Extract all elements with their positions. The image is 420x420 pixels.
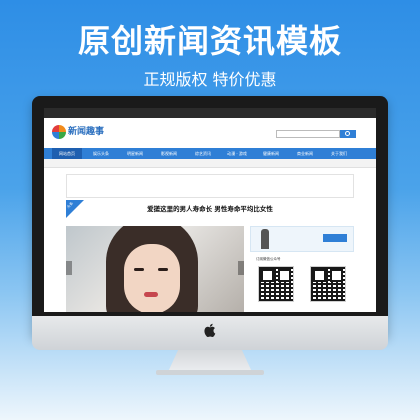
nav-item-ent[interactable]: 娱乐头条 [86, 148, 116, 159]
slider-photo[interactable] [66, 226, 244, 312]
nav-item-anime[interactable]: 动漫 · 游戏 [222, 148, 252, 159]
banner-figure [261, 229, 269, 249]
imac-foot [156, 370, 264, 375]
ad-slot[interactable] [66, 174, 354, 198]
photo-lips [144, 292, 158, 297]
site-subnav [44, 159, 376, 168]
nav-item-about[interactable]: 关于我们 [324, 148, 354, 159]
slider-next-arrow[interactable] [238, 261, 244, 275]
nav-item-variety[interactable]: 综艺资讯 [188, 148, 218, 159]
nav-item-movie[interactable]: 影视新闻 [154, 148, 184, 159]
photo-eye-left [134, 268, 144, 271]
nav-item-health[interactable]: 健康新闻 [256, 148, 286, 159]
nav-item-home[interactable]: 网站首页 [52, 148, 82, 159]
photo-face [124, 244, 180, 312]
qr-section-title: 订阅微信公众号 [256, 257, 281, 261]
slider-prev-arrow[interactable] [66, 261, 72, 275]
site-header: 新闻趣事 [44, 118, 376, 148]
qr-code-1 [258, 266, 294, 302]
search-icon[interactable] [340, 130, 356, 138]
monitor-screen: 新闻趣事 网站首页 娱乐头条 明星新闻 影视新闻 综艺资讯 动漫 · 游戏 健康… [44, 108, 376, 312]
apple-logo-icon [204, 323, 216, 338]
qr-code-2 [310, 266, 346, 302]
promo-headline: 原创新闻资讯模板 [77, 22, 342, 60]
featured-title[interactable]: 爱搓这里的男人寿命长 男性寿命平均比女性 [66, 203, 354, 213]
promo-subline: 正规版权 特价优惠 [143, 70, 277, 89]
site-logo-icon [52, 125, 66, 139]
imac-stand [168, 350, 252, 372]
nav-item-business[interactable]: 商业新闻 [290, 148, 320, 159]
site-topbar [44, 108, 376, 118]
side-banner[interactable] [250, 226, 354, 252]
photo-eye-right [158, 268, 168, 271]
nav-item-star[interactable]: 明星新闻 [120, 148, 150, 159]
banner-button[interactable] [323, 234, 347, 242]
site-logo-text[interactable]: 新闻趣事 [68, 124, 104, 137]
site-nav: 网站首页 娱乐头条 明星新闻 影视新闻 综艺资讯 动漫 · 游戏 健康新闻 商业… [44, 148, 376, 159]
site-search-input[interactable] [276, 130, 340, 138]
